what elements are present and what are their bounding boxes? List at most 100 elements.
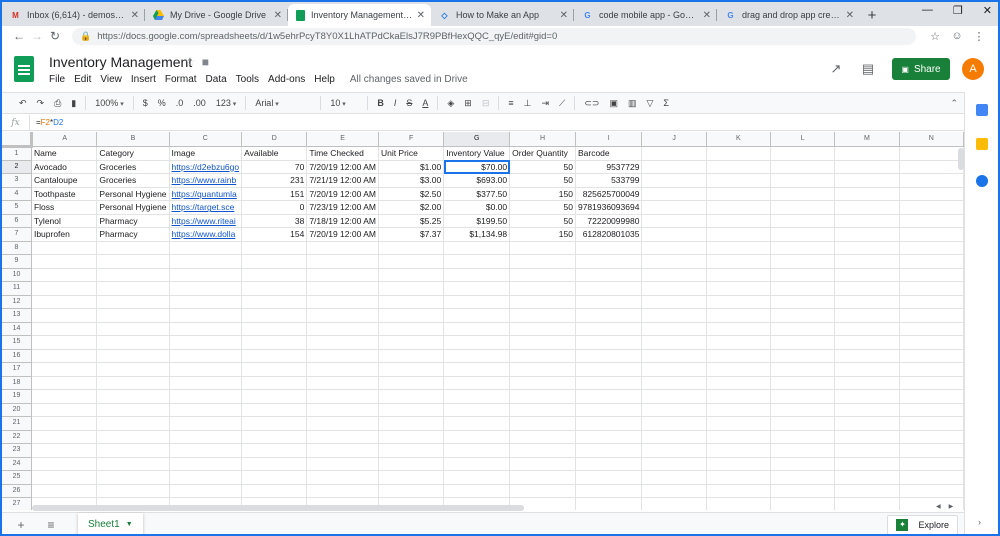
cell-f9[interactable] bbox=[378, 254, 445, 269]
cell-h9[interactable] bbox=[509, 254, 576, 269]
cell-d3[interactable]: 231 bbox=[241, 173, 308, 188]
cell-h7[interactable]: 150 bbox=[509, 227, 576, 242]
cell-f17[interactable] bbox=[378, 362, 445, 377]
cell-k24[interactable] bbox=[706, 457, 772, 471]
cell-b9[interactable] bbox=[96, 254, 170, 269]
cell-f14[interactable] bbox=[378, 322, 445, 336]
cell-b21[interactable] bbox=[96, 416, 170, 431]
cell-l22[interactable] bbox=[770, 430, 836, 444]
cell-e26[interactable] bbox=[306, 484, 379, 498]
cell-l2[interactable] bbox=[770, 160, 836, 174]
cell-b4[interactable]: Personal Hygiene bbox=[96, 187, 170, 201]
cell-b5[interactable]: Personal Hygiene bbox=[96, 200, 170, 215]
cell-m10[interactable] bbox=[834, 268, 900, 282]
cell-l15[interactable] bbox=[770, 335, 836, 350]
all-sheets-icon[interactable]: ≡ bbox=[40, 518, 62, 532]
cell-h8[interactable] bbox=[509, 241, 576, 255]
cell-a7[interactable]: Ibuprofen bbox=[31, 227, 98, 242]
cell-j15[interactable] bbox=[641, 335, 707, 350]
borders-icon[interactable]: ⊞ bbox=[459, 98, 477, 109]
cell-b1[interactable]: Category bbox=[96, 146, 170, 161]
cell-a25[interactable] bbox=[31, 470, 98, 485]
cell-g14[interactable] bbox=[443, 322, 511, 336]
cell-h6[interactable]: 50 bbox=[509, 214, 576, 228]
cell-e11[interactable] bbox=[306, 281, 379, 296]
cell-g18[interactable] bbox=[443, 376, 511, 390]
cell-k6[interactable] bbox=[706, 214, 772, 228]
cell-f5[interactable]: $2.00 bbox=[378, 200, 445, 215]
cell-c1[interactable]: Image bbox=[169, 146, 243, 161]
browser-tab-search-1[interactable]: G code mobile app - Google Se ✕ bbox=[574, 4, 717, 26]
new-tab-button[interactable]: + bbox=[860, 4, 884, 26]
cell-j17[interactable] bbox=[641, 362, 707, 377]
cell-j13[interactable] bbox=[641, 308, 707, 323]
row-header[interactable]: 16 bbox=[2, 349, 32, 363]
cell-g15[interactable] bbox=[443, 335, 511, 350]
cell-l25[interactable] bbox=[770, 470, 836, 485]
cell-i6[interactable]: 72220099980 bbox=[575, 214, 643, 228]
row-header[interactable]: 25 bbox=[2, 470, 32, 485]
close-icon[interactable]: ✕ bbox=[846, 10, 854, 21]
cell-c18[interactable] bbox=[169, 376, 243, 390]
column-header-g[interactable]: G bbox=[443, 132, 511, 147]
cell-e6[interactable]: 7/18/19 12:00 AM bbox=[306, 214, 379, 228]
cell-e19[interactable] bbox=[306, 389, 379, 404]
menu-help[interactable]: Help bbox=[314, 74, 335, 85]
row-header[interactable]: 8 bbox=[2, 241, 32, 255]
cell-j23[interactable] bbox=[641, 443, 707, 458]
cell-c4[interactable]: https://quantumla bbox=[169, 187, 243, 201]
browser-tab-drive[interactable]: My Drive - Google Drive ✕ bbox=[145, 4, 288, 26]
sheets-logo-icon[interactable] bbox=[14, 56, 34, 82]
cell-a24[interactable] bbox=[31, 457, 98, 471]
column-header-k[interactable]: K bbox=[706, 132, 772, 147]
cell-h24[interactable] bbox=[509, 457, 576, 471]
cell-i3[interactable]: 533799 bbox=[575, 173, 643, 188]
menu-tools[interactable]: Tools bbox=[236, 74, 259, 85]
cell-a21[interactable] bbox=[31, 416, 98, 431]
cell-h18[interactable] bbox=[509, 376, 576, 390]
cell-i27[interactable] bbox=[575, 497, 643, 510]
cell-a23[interactable] bbox=[31, 443, 98, 458]
cell-m11[interactable] bbox=[834, 281, 900, 296]
cell-m5[interactable] bbox=[834, 200, 900, 215]
row-header[interactable]: 10 bbox=[2, 268, 32, 282]
cell-h15[interactable] bbox=[509, 335, 576, 350]
activity-trend-icon[interactable]: ↗ bbox=[820, 61, 852, 77]
cell-i24[interactable] bbox=[575, 457, 643, 471]
cell-d14[interactable] bbox=[241, 322, 308, 336]
font-size-select[interactable]: 10 bbox=[325, 98, 363, 108]
cell-i23[interactable] bbox=[575, 443, 643, 458]
cell-h16[interactable] bbox=[509, 349, 576, 363]
cell-k9[interactable] bbox=[706, 254, 772, 269]
cell-i25[interactable] bbox=[575, 470, 643, 485]
insert-link-icon[interactable]: ⊂⊃ bbox=[579, 98, 604, 109]
cell-n10[interactable] bbox=[899, 268, 964, 282]
cell-d17[interactable] bbox=[241, 362, 308, 377]
cell-f26[interactable] bbox=[378, 484, 445, 498]
cell-a4[interactable]: Toothpaste bbox=[31, 187, 98, 201]
cell-l10[interactable] bbox=[770, 268, 836, 282]
cell-c8[interactable] bbox=[169, 241, 243, 255]
cell-e23[interactable] bbox=[306, 443, 379, 458]
cell-c21[interactable] bbox=[169, 416, 243, 431]
cell-k11[interactable] bbox=[706, 281, 772, 296]
horizontal-scrollbar[interactable] bbox=[32, 505, 524, 511]
cell-e12[interactable] bbox=[306, 295, 379, 309]
close-icon[interactable]: ✕ bbox=[274, 10, 282, 21]
row-header[interactable]: 15 bbox=[2, 335, 32, 350]
cell-h26[interactable] bbox=[509, 484, 576, 498]
column-header-j[interactable]: J bbox=[641, 132, 707, 147]
cell-h21[interactable] bbox=[509, 416, 576, 431]
cell-e4[interactable]: 7/20/19 12:00 AM bbox=[306, 187, 379, 201]
menu-format[interactable]: Format bbox=[165, 74, 197, 85]
cell-e18[interactable] bbox=[306, 376, 379, 390]
cell-k14[interactable] bbox=[706, 322, 772, 336]
cell-n26[interactable] bbox=[899, 484, 964, 498]
column-header-e[interactable]: E bbox=[306, 132, 379, 147]
cell-f15[interactable] bbox=[378, 335, 445, 350]
folder-icon[interactable]: ■ bbox=[202, 55, 209, 69]
column-header-b[interactable]: B bbox=[96, 132, 170, 147]
cell-j24[interactable] bbox=[641, 457, 707, 471]
cell-d20[interactable] bbox=[241, 403, 308, 417]
cell-e24[interactable] bbox=[306, 457, 379, 471]
